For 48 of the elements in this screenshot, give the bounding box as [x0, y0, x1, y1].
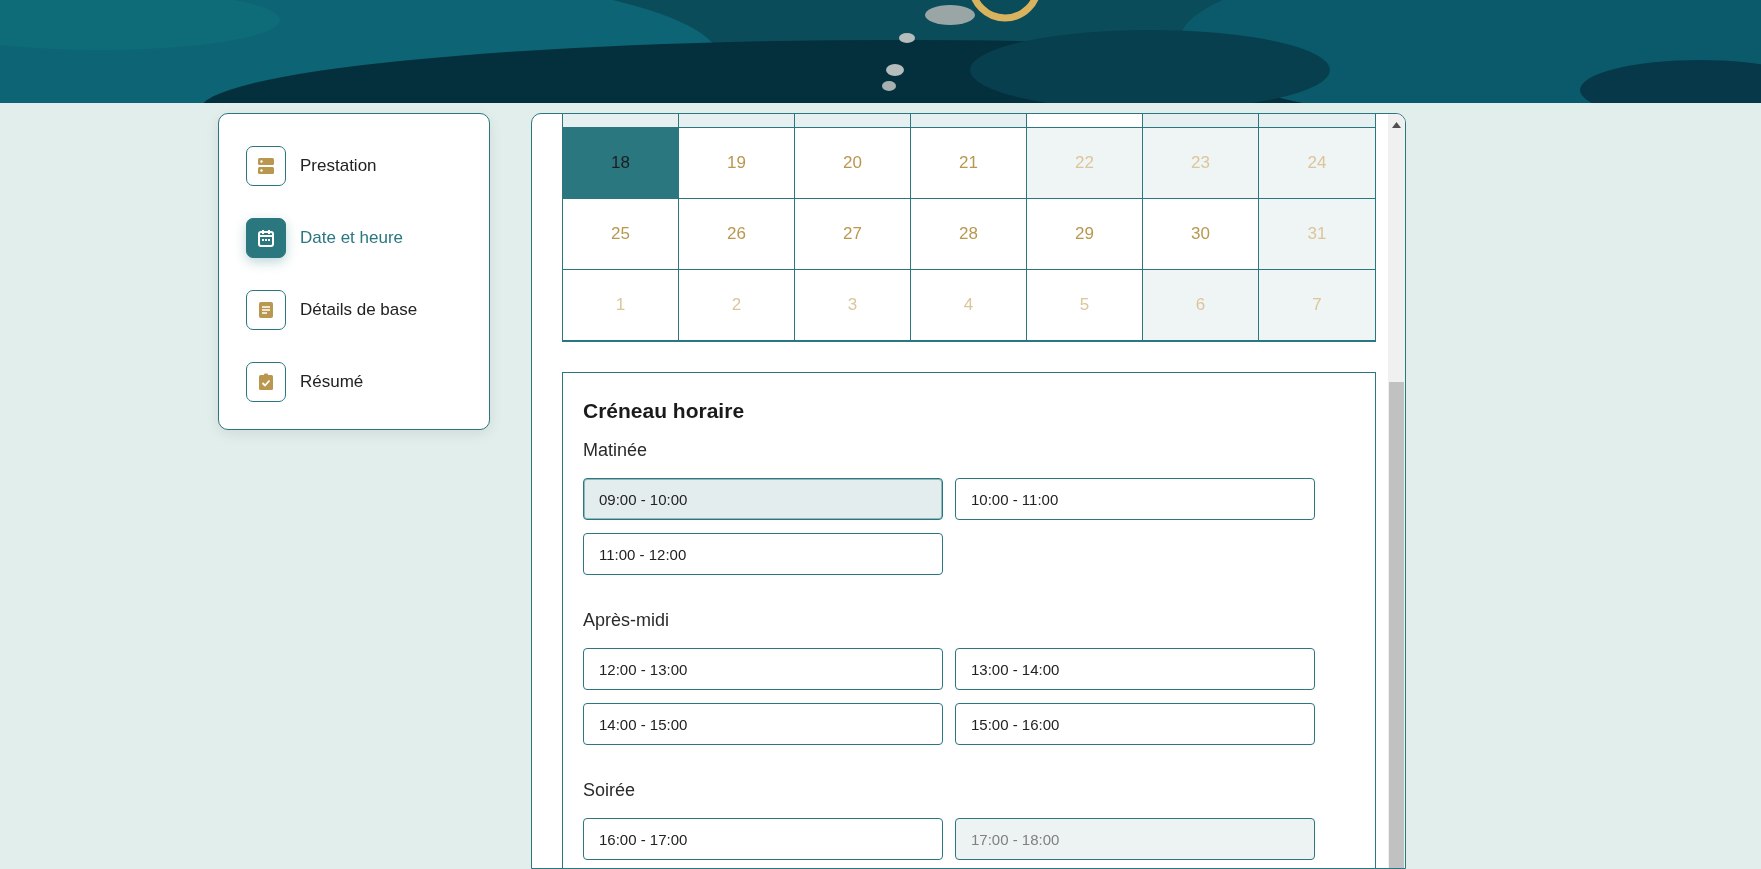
calendar-day[interactable]: 21	[911, 128, 1027, 199]
calendar-day[interactable]: 7	[1259, 270, 1375, 341]
calendar-day[interactable]: 31	[1259, 199, 1375, 270]
calendar-day[interactable]: 23	[1143, 128, 1259, 199]
time-slot-button[interactable]: 13:00 - 14:00	[955, 648, 1315, 690]
time-slot-button[interactable]: 11:00 - 12:00	[583, 533, 943, 575]
step-item[interactable]: Date et heure	[246, 218, 489, 258]
calendar-day[interactable]: 29	[1027, 199, 1143, 270]
time-slot-button[interactable]: 09:00 - 10:00	[583, 478, 943, 520]
step-label: Détails de base	[300, 300, 418, 320]
calendar-day[interactable]: 28	[911, 199, 1027, 270]
step-item[interactable]: Détails de base	[246, 290, 489, 330]
time-slot-button[interactable]: 15:00 - 16:00	[955, 703, 1315, 745]
calendar-day[interactable]: 24	[1259, 128, 1375, 199]
calendar-day[interactable]: 1	[563, 270, 679, 341]
calendar-day[interactable]: 25	[563, 199, 679, 270]
calendar-day[interactable]: 20	[795, 128, 911, 199]
calendar-day[interactable]: 4	[911, 270, 1027, 341]
step-item[interactable]: Résumé	[246, 362, 489, 402]
time-slot-button[interactable]: 14:00 - 15:00	[583, 703, 943, 745]
scroll-up-icon[interactable]	[1392, 122, 1401, 128]
calendar-day[interactable]: 22	[1027, 128, 1143, 199]
calendar-day[interactable]: 27	[795, 199, 911, 270]
document-icon	[257, 301, 275, 319]
calendar-icon	[257, 229, 275, 247]
calendar-day[interactable]: 19	[679, 128, 795, 199]
time-slot-button[interactable]: 10:00 - 11:00	[955, 478, 1315, 520]
calendar-day[interactable]: 26	[679, 199, 795, 270]
calendar-day[interactable]: 18	[563, 128, 679, 199]
group-label: Après-midi	[583, 610, 671, 631]
time-slot-button[interactable]: 16:00 - 17:00	[583, 818, 943, 860]
server-icon	[257, 157, 275, 175]
calendar-day[interactable]: 3	[795, 270, 911, 341]
calendar-day[interactable]: 30	[1143, 199, 1259, 270]
group-label: Matinée	[583, 440, 649, 461]
calendar-day[interactable]: 6	[1143, 270, 1259, 341]
step-item[interactable]: Prestation	[246, 146, 489, 186]
step-label: Résumé	[300, 372, 364, 392]
section-title: Créneau horaire	[583, 399, 746, 423]
scrollbar[interactable]	[1388, 114, 1405, 868]
clipboard-check-icon	[257, 373, 275, 391]
time-slot-button[interactable]: 12:00 - 13:00	[583, 648, 943, 690]
scrollbar-thumb[interactable]	[1389, 382, 1404, 868]
step-label: Date et heure	[300, 228, 403, 248]
step-label: Prestation	[300, 156, 377, 176]
group-label: Soirée	[583, 780, 637, 801]
calendar-day[interactable]: 2	[679, 270, 795, 341]
calendar-day[interactable]: 5	[1027, 270, 1143, 341]
